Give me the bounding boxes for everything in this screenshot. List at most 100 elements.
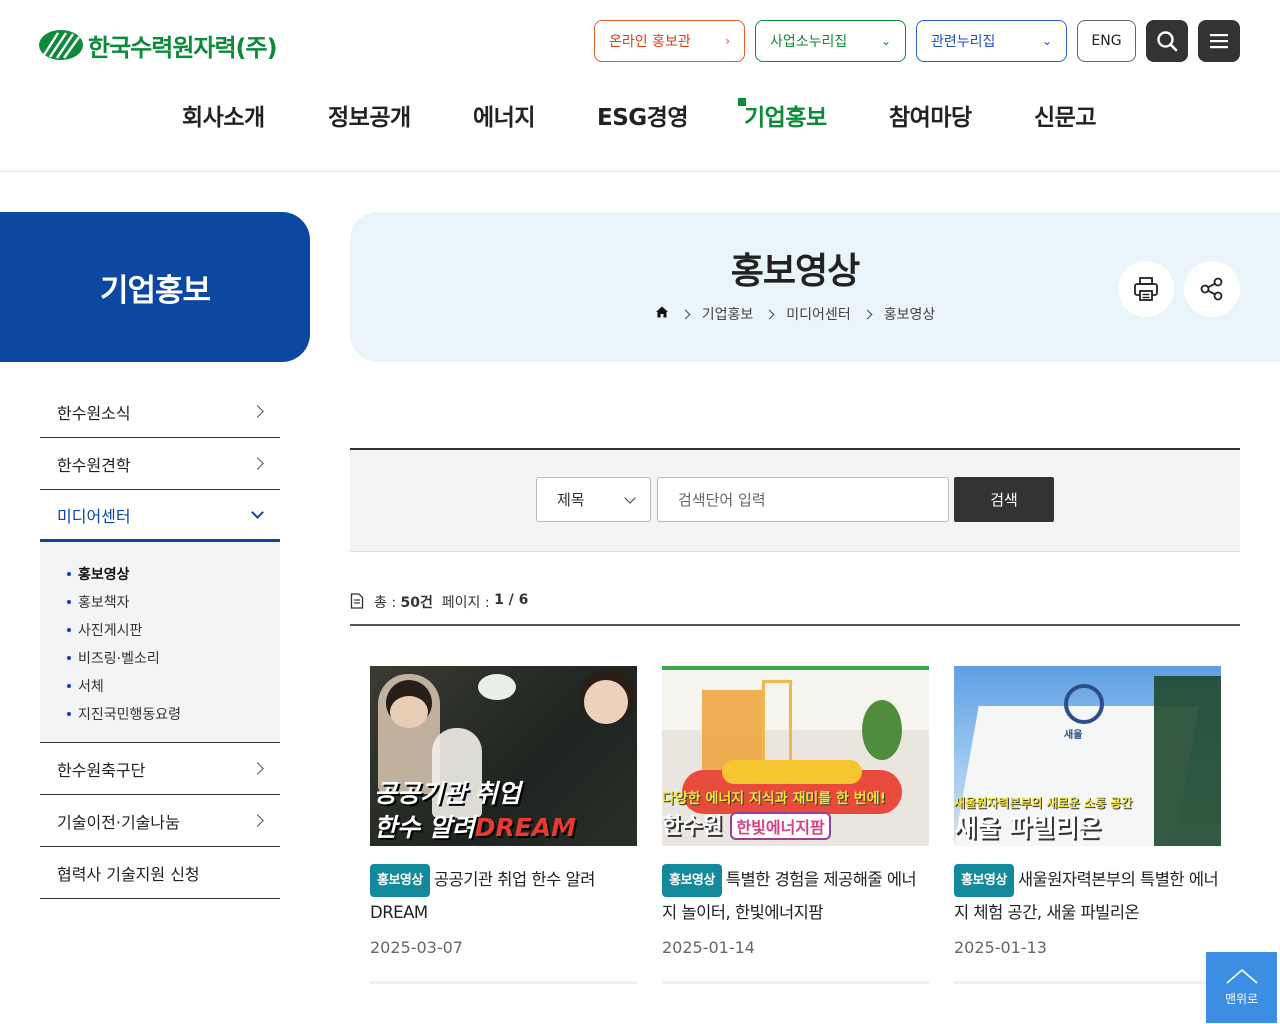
search-input[interactable] [657,477,949,522]
video-card[interactable]: 다양한 에너지 지식과 재미를 한 번에! 한수원 한빛에너지팜 홍보영상 특별한… [662,666,929,984]
english-site-button[interactable]: ENG [1077,20,1136,62]
chevron-down-icon [251,505,264,519]
related-sites-dropdown[interactable]: 관련누리집 ⌄ [916,20,1067,62]
chevron-down-icon: ⌄ [880,34,891,48]
section-title-box: 기업홍보 [0,212,310,362]
share-button[interactable] [1184,261,1240,317]
lnb-sub-item-photo-board[interactable]: 사진게시판 [67,616,280,644]
chevron-down-icon [624,491,636,504]
site-logo[interactable]: 한국수력원자력(주) [38,27,278,63]
video-date: 2025-01-14 [662,938,755,957]
search-icon [1157,31,1178,52]
lnb-item-news[interactable]: 한수원소식 [40,386,280,438]
scroll-top-label: 맨위로 [1224,992,1259,1006]
local-navigation: 한수원소식 한수원견학 미디어센터 홍보영상 홍보책자 사진게시판 비즈링·벨소… [40,386,280,899]
category-badge: 홍보영상 [370,864,430,897]
breadcrumb-item[interactable]: 홍보영상 [884,304,936,324]
thumbnail-text: 새울 파빌리온 [954,813,1101,842]
gnb-item-promotion-label: 기업홍보 [744,105,827,131]
search-submit-button[interactable]: 검색 [954,477,1054,522]
search-button[interactable] [1146,20,1188,62]
breadcrumb-item[interactable]: 기업홍보 [702,304,754,324]
scroll-top-button[interactable]: 맨위로 [1206,952,1277,1023]
search-panel: 제목 검색 [350,448,1240,552]
logo-text: 한국수력원자력(주) [88,33,278,62]
search-field-select-value: 제목 [557,491,585,509]
lnb-sub-item-promo-video[interactable]: 홍보영상 [67,560,280,588]
page-title-box: 홍보영상 기업홍보 미디어센터 홍보영상 [350,212,1280,362]
category-badge: 홍보영상 [954,864,1014,897]
card-divider [370,981,637,984]
all-menu-button[interactable] [1198,20,1240,62]
lnb-item-label: 한수원축구단 [57,760,146,780]
related-sites-label: 관련누리집 [931,34,996,50]
video-date: 2025-01-13 [954,938,1047,957]
chevron-up-icon [1225,968,1258,984]
lnb-submenu: 홍보영상 홍보책자 사진게시판 비즈링·벨소리 서체 지진국민행동요령 [40,542,280,743]
lnb-item-football[interactable]: 한수원축구단 [40,743,280,795]
page-title: 홍보영상 [730,251,860,292]
result-count: 총 : 50건 페이지 : 1 / 6 [350,592,1240,626]
video-thumbnail: 새울원자력본부의 새로운 소통 공간 새울 파빌리온 새울 [954,666,1221,846]
gnb-item-energy[interactable]: 에너지 [473,98,535,132]
gnb-item-esg[interactable]: ESG경영 [597,98,688,132]
site-header: 한국수력원자력(주) 온라인 홍보관 › 사업소누리집 ⌄ 관련누리집 ⌄ EN… [0,0,1280,172]
thumbnail-text: 다양한 에너지 지식과 재미를 한 번에! [662,791,886,807]
active-indicator [738,98,746,106]
lnb-sub-item-earthquake-guide[interactable]: 지진국민행동요령 [67,700,280,728]
thumbnail-text-line2: 한수원 한빛에너지팜 [662,808,831,840]
lnb-sub-item-font[interactable]: 서체 [67,672,280,700]
breadcrumb: 기업홍보 미디어센터 홍보영상 [350,304,1240,324]
lnb-item-label: 미디어센터 [57,506,131,526]
utility-menu: 온라인 홍보관 › 사업소누리집 ⌄ 관련누리집 ⌄ ENG [594,20,1240,62]
chevron-right-icon [680,309,691,319]
page-value: 1 / 6 [494,592,529,608]
printer-icon [1134,277,1158,301]
chevron-right-icon: › [725,34,730,48]
gnb-item-participation[interactable]: 참여마당 [889,98,972,132]
thumbnail-text: 공공기관 취업 [374,779,521,808]
search-field-select[interactable]: 제목 [536,477,651,522]
main-navigation: 회사소개 정보공개 에너지 ESG경영 기업홍보 참여마당 신문고 [0,98,1280,144]
lnb-item-label: 한수원소식 [57,403,131,423]
lnb-sub-item-brochure[interactable]: 홍보책자 [67,588,280,616]
lnb-item-tech-transfer[interactable]: 기술이전·기술나눔 [40,795,280,847]
document-icon [350,593,364,609]
lnb-sub-item-ringtone[interactable]: 비즈링·벨소리 [67,644,280,672]
hamburger-icon [1210,34,1228,49]
online-promo-label: 온라인 홍보관 [609,34,691,50]
chevron-right-icon [251,814,264,827]
chevron-down-icon: ⌄ [1041,34,1052,48]
chevron-right-icon [251,457,264,470]
business-sites-dropdown[interactable]: 사업소누리집 ⌄ [755,20,906,62]
thumbnail-text: 한수 알려 [374,813,475,842]
section-title: 기업홍보 [99,272,211,309]
category-badge: 홍보영상 [662,864,722,897]
chevron-right-icon [764,309,775,319]
home-icon [655,306,668,318]
card-divider [954,981,1221,984]
gnb-item-promotion[interactable]: 기업홍보 [738,98,827,132]
video-list: 공공기관 취업 한수 알려DREAM 홍보영상 공공기관 취업 한수 알려DREA… [370,666,1221,984]
lnb-item-media-center[interactable]: 미디어센터 [40,490,280,542]
chevron-right-icon [862,309,873,319]
video-thumbnail: 다양한 에너지 지식과 재미를 한 번에! 한수원 한빛에너지팜 [662,666,929,846]
khnp-logo-icon [39,30,83,60]
lnb-item-tour[interactable]: 한수원견학 [40,438,280,490]
print-button[interactable] [1118,261,1174,317]
home-link[interactable] [655,305,669,323]
lnb-item-label: 기술이전·기술나눔 [57,812,180,832]
video-title: 홍보영상 특별한 경험을 제공해줄 에너지 놀이터, 한빛에너지팜 [662,864,929,928]
lnb-item-partner-support[interactable]: 협력사 기술지원 신청 [40,847,280,899]
video-thumbnail: 공공기관 취업 한수 알려DREAM [370,666,637,846]
gnb-item-disclosure[interactable]: 정보공개 [328,98,411,132]
video-card[interactable]: 공공기관 취업 한수 알려DREAM 홍보영상 공공기관 취업 한수 알려DREA… [370,666,637,984]
gnb-item-company[interactable]: 회사소개 [182,98,265,132]
online-promo-button[interactable]: 온라인 홍보관 › [594,20,745,62]
video-card[interactable]: 새울원자력본부의 새로운 소통 공간 새울 파빌리온 새울 홍보영상 새울원자력본… [954,666,1221,984]
gnb-item-petition[interactable]: 신문고 [1034,98,1096,132]
chevron-right-icon [251,762,264,775]
share-icon [1200,277,1223,301]
total-label: 총 : [374,595,397,611]
breadcrumb-item[interactable]: 미디어센터 [786,304,850,324]
